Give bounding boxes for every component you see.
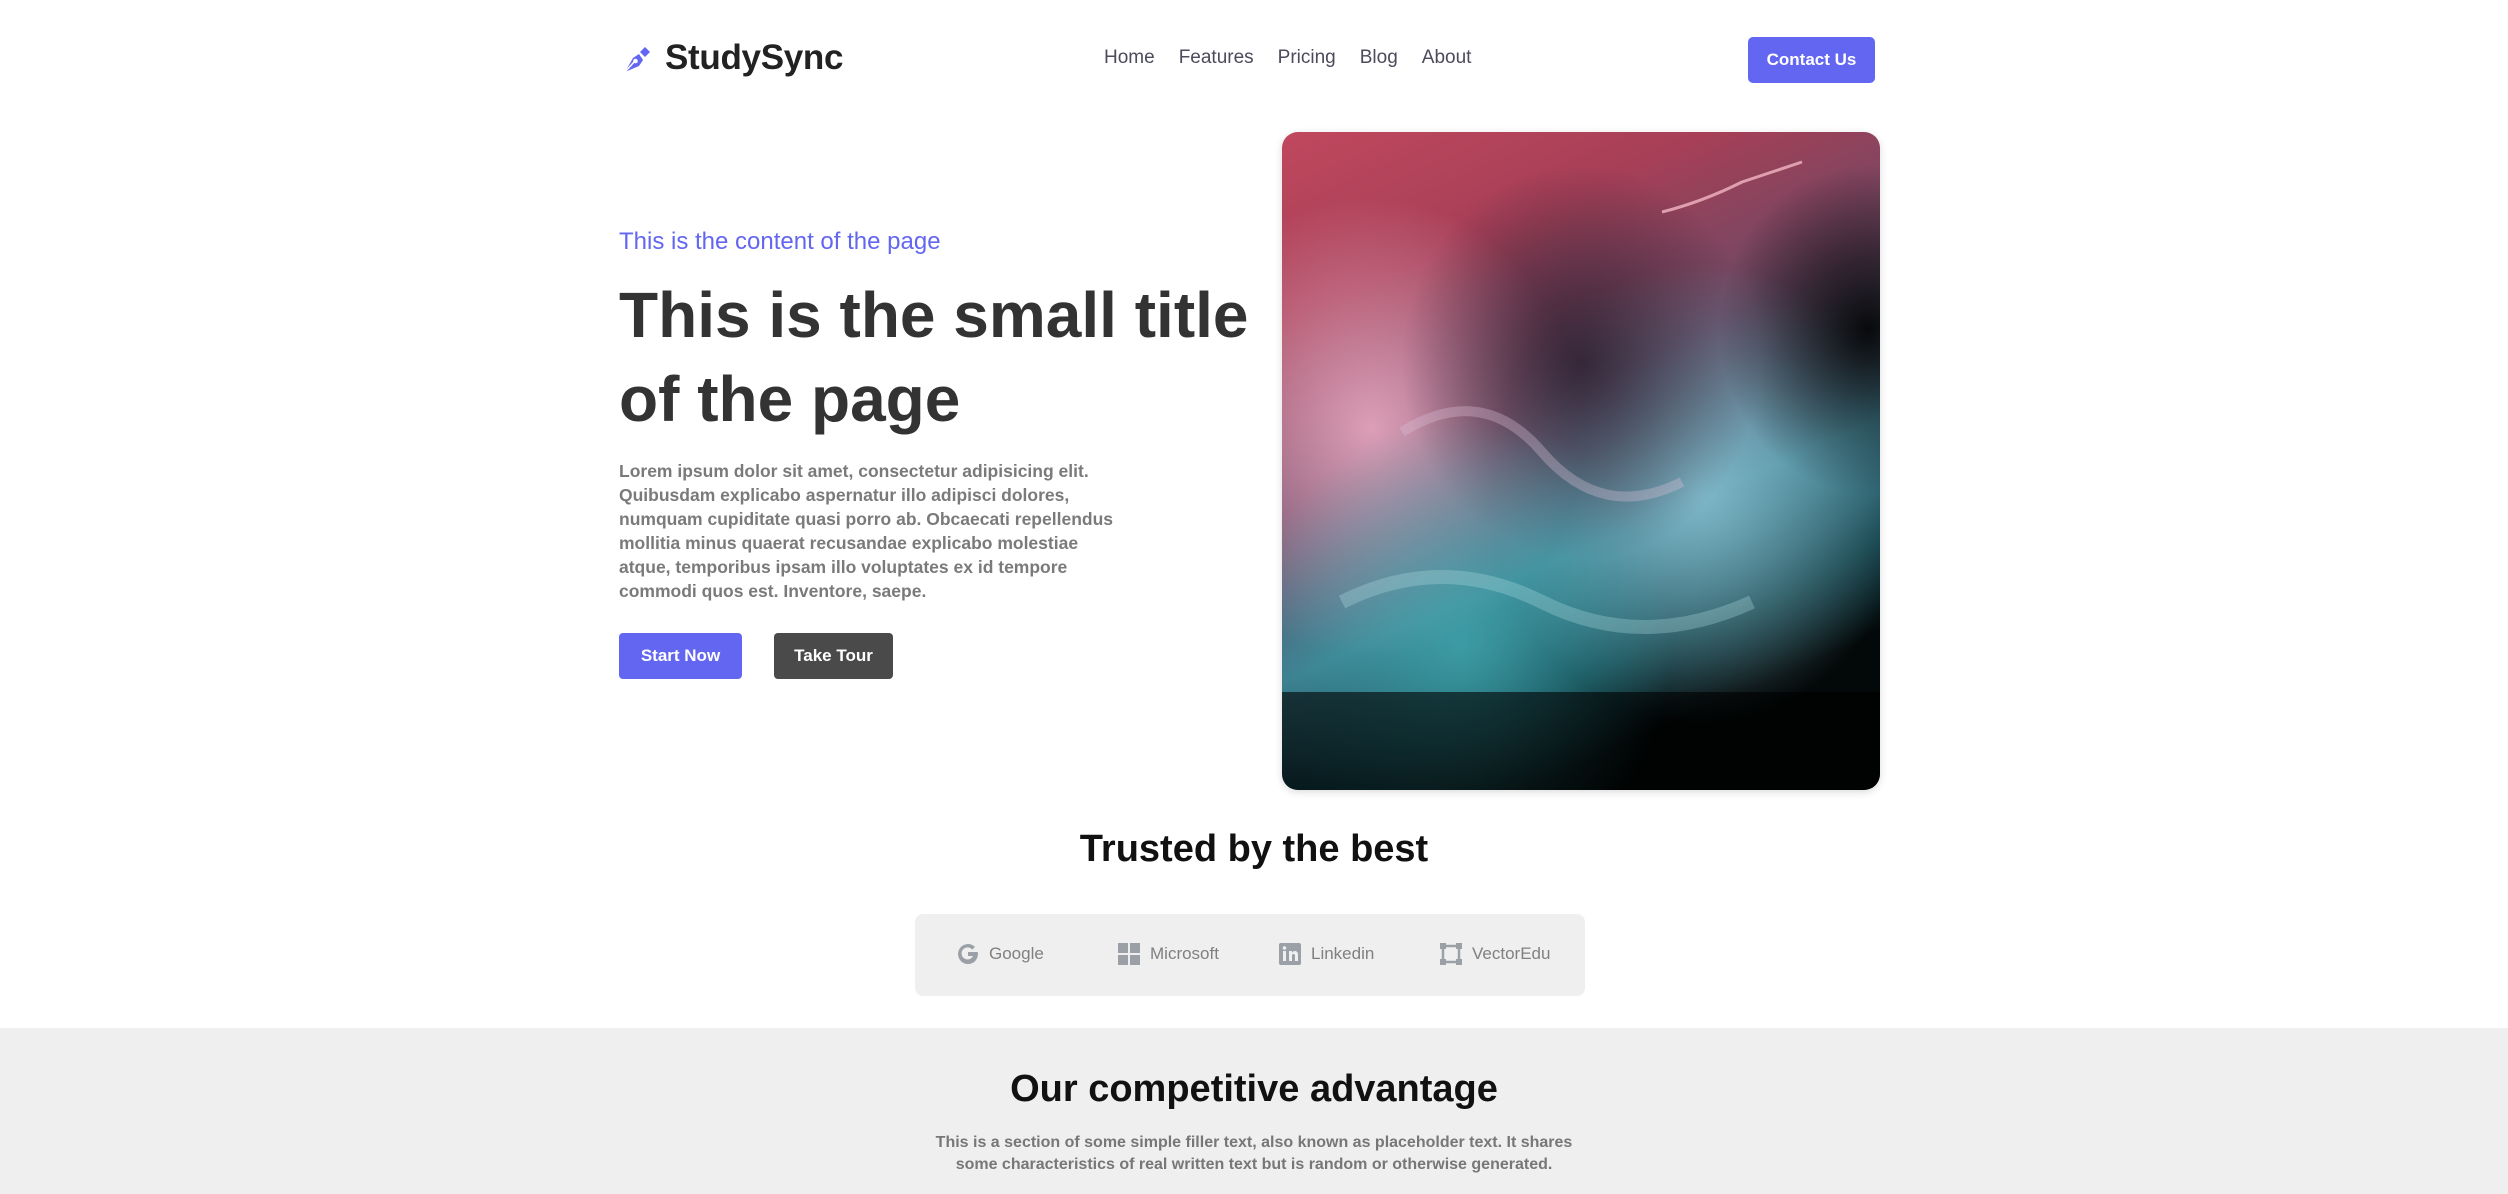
logo-label: Linkedin bbox=[1311, 944, 1375, 963]
pen-nib-icon bbox=[624, 47, 650, 73]
brand-name: StudySync bbox=[665, 38, 844, 77]
hero-subtitle: This is the content of the page bbox=[619, 228, 941, 255]
advantage-section: Our competitive advantage This is a sect… bbox=[0, 1028, 2508, 1194]
hero-title: This is the small title of the page bbox=[619, 279, 1249, 435]
logo-vectoredu[interactable]: VectorEdu bbox=[1438, 941, 1550, 967]
hero-image bbox=[1282, 132, 1880, 790]
contact-us-button[interactable]: Contact Us bbox=[1748, 37, 1875, 83]
logo-label: VectorEdu bbox=[1472, 944, 1551, 963]
nav-item-about[interactable]: About bbox=[1422, 47, 1472, 69]
advantage-text: This is a section of some simple filler … bbox=[935, 1134, 1573, 1173]
vector-square-icon bbox=[1440, 943, 1462, 965]
abstract-ink-image bbox=[1282, 132, 1880, 790]
nav-item-home[interactable]: Home bbox=[1104, 47, 1155, 69]
take-tour-button[interactable]: Take Tour bbox=[774, 633, 893, 679]
logo-google[interactable]: Google bbox=[955, 941, 1044, 967]
hero-body-text: Lorem ipsum dolor sit amet, consectetur … bbox=[619, 461, 1113, 601]
logo-linkedin[interactable]: Linkedin bbox=[1277, 941, 1374, 967]
partner-logos: Google Microsoft Linkedin VectorEdu bbox=[915, 914, 1585, 996]
logo-microsoft[interactable]: Microsoft bbox=[1116, 941, 1219, 967]
nav-item-features[interactable]: Features bbox=[1179, 47, 1254, 69]
main-nav: Home Features Pricing Blog About bbox=[1104, 47, 1471, 69]
brand-logo[interactable]: StudySync bbox=[619, 38, 843, 78]
logo-label: Google bbox=[989, 944, 1044, 963]
google-icon bbox=[958, 944, 979, 965]
site-header: StudySync Home Features Pricing Blog Abo… bbox=[619, 34, 1875, 86]
start-now-button[interactable]: Start Now bbox=[619, 633, 742, 679]
trusted-title: Trusted by the best bbox=[1079, 828, 1429, 870]
advantage-title: Our competitive advantage bbox=[1010, 1068, 1498, 1110]
linkedin-icon bbox=[1279, 943, 1301, 965]
nav-item-pricing[interactable]: Pricing bbox=[1278, 47, 1336, 69]
page: StudySync Home Features Pricing Blog Abo… bbox=[0, 0, 2508, 1194]
nav-item-blog[interactable]: Blog bbox=[1360, 47, 1398, 69]
microsoft-icon bbox=[1118, 943, 1140, 965]
logo-label: Microsoft bbox=[1150, 944, 1219, 963]
